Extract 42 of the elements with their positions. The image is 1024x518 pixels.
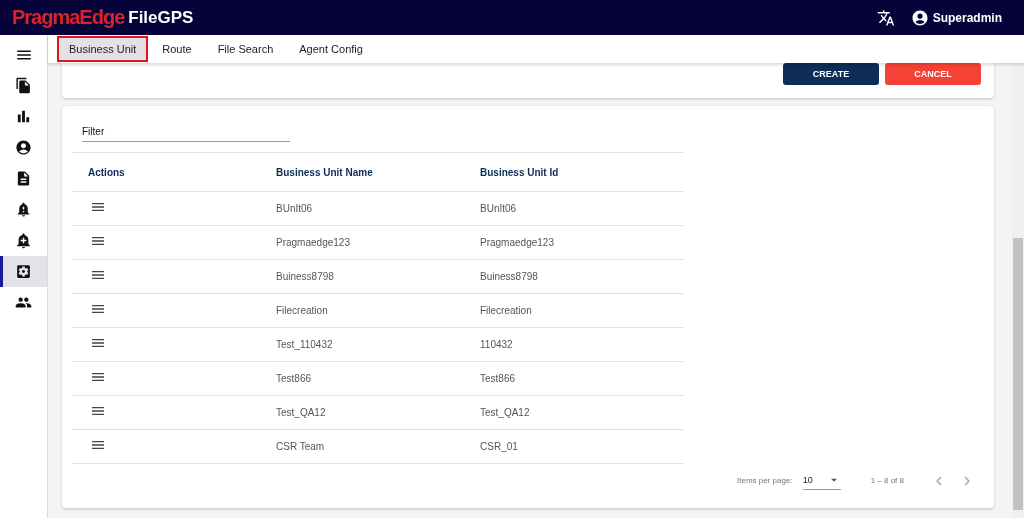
items-per-page-label: Items per page: xyxy=(737,476,793,485)
table-cell-text: BUnIt06 xyxy=(480,203,518,214)
tab[interactable]: File Search xyxy=(205,36,286,62)
bell-plus-icon xyxy=(15,232,32,249)
brand-logo: PragmaEdge xyxy=(12,6,125,29)
table-cell-text: Buiness8798 xyxy=(276,271,335,282)
column-header: Business Unit Id xyxy=(480,166,560,178)
sidebar-item[interactable] xyxy=(0,256,47,287)
table-cell-text: Filecreation xyxy=(276,305,329,316)
user-avatar-icon[interactable] xyxy=(910,8,929,27)
tab[interactable]: Business Unit xyxy=(57,36,149,62)
account-icon xyxy=(15,139,32,156)
bar-chart-icon xyxy=(15,108,32,125)
user-name[interactable]: Superadmin xyxy=(932,10,1002,25)
table-cell-text: Buiness8798 xyxy=(480,271,539,282)
table-cell-text: Test_110432 xyxy=(276,339,334,350)
product-name: FileGPS xyxy=(128,7,194,28)
table-cell-text: Test866 xyxy=(480,373,517,384)
table-cell-text: Test_QA12 xyxy=(480,407,531,418)
table-cell-text: 110432 xyxy=(480,339,514,350)
tab[interactable]: Route xyxy=(150,36,204,62)
table-cell-text: Test866 xyxy=(276,373,313,384)
page-range: 1 – 8 of 8 xyxy=(870,476,904,485)
create-button[interactable]: CREATE xyxy=(783,63,879,85)
settings-icon xyxy=(15,263,32,280)
table-cell-text: CSR Team xyxy=(276,441,326,452)
document-icon xyxy=(15,170,32,187)
table-cell-text: Test_QA12 xyxy=(276,407,327,418)
table-cell-text: BUnIt06 xyxy=(276,203,314,214)
scrollbar[interactable] xyxy=(1012,63,1024,518)
copy-icon xyxy=(15,77,32,94)
bell-alert-icon xyxy=(15,201,32,218)
translate-icon[interactable] xyxy=(876,8,895,27)
table-cell-text: Filecreation xyxy=(480,305,533,316)
tab[interactable]: Agent Config xyxy=(287,36,375,62)
page-size-select[interactable]: 10 xyxy=(802,471,841,490)
cancel-button[interactable]: CANCEL xyxy=(885,63,981,85)
table-cell-text: Pragmaedge123 xyxy=(276,237,351,248)
table-cell-text: Pragmaedge123 xyxy=(480,237,555,248)
column-header: Actions xyxy=(88,166,126,178)
table-cell-text: CSR_01 xyxy=(480,441,519,452)
column-header: Business Unit Name xyxy=(276,166,374,178)
